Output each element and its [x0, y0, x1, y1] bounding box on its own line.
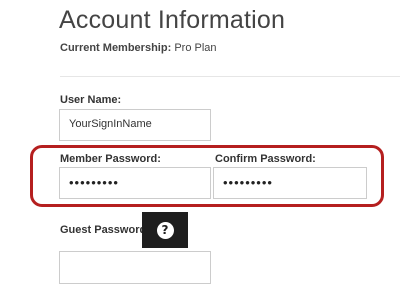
section-divider	[60, 76, 400, 77]
password-highlight-outline	[30, 145, 384, 207]
membership-value: Pro Plan	[174, 42, 217, 54]
help-glyph: ?	[161, 223, 169, 237]
guest-password-field[interactable]	[59, 251, 211, 284]
membership-label: Current Membership:	[60, 42, 172, 54]
membership-line: Current Membership: Pro Plan	[60, 42, 217, 54]
username-label: User Name:	[60, 94, 122, 106]
guest-password-label: Guest Password:	[60, 224, 150, 236]
question-circle-icon: ?	[156, 221, 174, 239]
help-button[interactable]: ?	[142, 212, 188, 248]
page-title: Account Information	[59, 6, 286, 34]
username-field[interactable]: YourSignInName	[59, 109, 211, 141]
